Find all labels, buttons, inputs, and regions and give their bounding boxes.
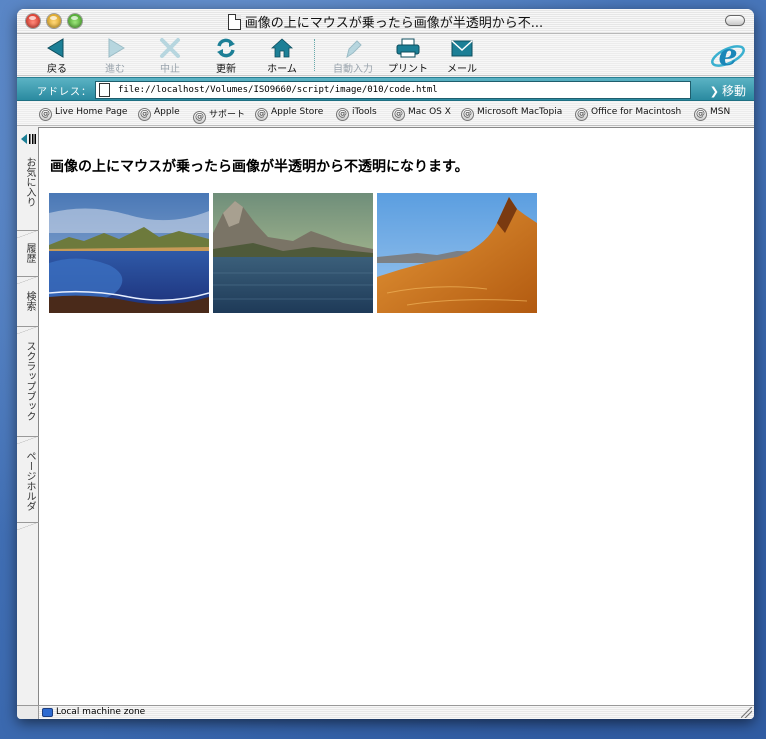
status-bar: Local machine zone [39,705,754,719]
autofill-button[interactable]: 自動入力 [323,37,383,75]
favorite-apple-store[interactable]: @ Apple Store [255,107,323,121]
sidebar-tab-page-holder[interactable]: ページホルダ [17,447,39,530]
favorite-at-icon: @ [255,108,268,121]
favorite-at-icon: @ [39,108,52,121]
sidebar-tab-label: お気に入り [24,157,35,207]
favorite-label: Microsoft MacTopia [477,107,563,117]
favorite-mac-os-x[interactable]: @ Mac OS X [392,107,451,121]
home-button-label: ホーム [267,64,297,75]
sidebar-toggle-icon[interactable] [20,132,36,146]
favorite-apple[interactable]: @ Apple [138,107,180,121]
favorite-label: Apple [154,107,180,117]
refresh-icon [217,38,235,58]
favorite-label: Office for Macintosh [591,107,682,117]
toolbar: 戻る 進む 中止 更新 ホーム 自動入力 プリント メール e [17,34,754,76]
security-zone-icon [42,708,53,717]
forward-arrow-icon [108,38,125,58]
favorite-at-icon: @ [694,108,707,121]
forward-button[interactable]: 進む [87,37,143,75]
favorite-at-icon: @ [193,111,206,124]
favorites-bar: @ Live Home Page @ Apple @ サポート @ Apple Stor… [17,102,754,126]
address-bar: アドレス： file://localhost/Volumes/ISO9660/s… [17,77,754,101]
resize-grip-icon[interactable] [741,707,752,718]
page-heading: 画像の上にマウスが乗ったら画像が半透明から不透明になります。 [50,159,469,175]
toolbar-separator [314,39,315,71]
internet-explorer-logo-icon[interactable]: e [710,37,746,73]
sidebar-tab-search[interactable]: 検索 [17,287,39,334]
document-icon [227,14,241,30]
favorite-at-icon: @ [138,108,151,121]
printer-icon [396,38,420,58]
go-button-label: 移動 [721,84,746,98]
forward-button-label: 進む [105,64,125,75]
stop-x-icon [160,38,180,58]
back-button-label: 戻る [47,64,67,75]
sidebar-tab-favorites[interactable]: お気に入り [17,153,39,238]
refresh-button-label: 更新 [216,64,236,75]
home-button[interactable]: ホーム [254,37,310,75]
favorite-label: MSN [710,107,731,117]
favorite-label: Mac OS X [408,107,451,117]
go-button[interactable]: ❯ 移動 [710,82,746,99]
home-icon [270,38,294,58]
address-label: アドレス： [37,87,92,98]
favorite-at-icon: @ [461,108,474,121]
window-title-group: 画像の上にマウスが乗ったら画像が半透明から不... [17,12,754,31]
browser-window: 画像の上にマウスが乗ったら画像が半透明から不... 戻る 進む 中止 更新 ホー… [17,9,754,719]
favorite-label: サポート [209,110,246,120]
favorite-label: Live Home Page [55,107,128,117]
favorite-at-icon: @ [336,108,349,121]
favorite-office-for-macintosh[interactable]: @ Office for Macintosh [575,107,681,121]
print-button-label: プリント [388,64,428,75]
sidebar-tab-scrapbook[interactable]: スクラップブック [17,337,39,444]
favorite-label: Apple Store [271,107,324,117]
favorite-itools[interactable]: @ iTools [336,107,377,121]
favorite-at-icon: @ [392,108,405,121]
window-title: 画像の上にマウスが乗ったら画像が半透明から不... [244,16,544,31]
stop-button[interactable]: 中止 [142,37,198,75]
sidebar-tab-label: ページホルダ [24,451,35,511]
address-url: file://localhost/Volumes/ISO9660/script/… [118,85,438,95]
sidebar-tab-history[interactable]: 履歴 [17,239,39,284]
favorite-label: iTools [352,107,377,117]
svg-text:e: e [718,38,737,73]
mountain-lake-image[interactable] [213,193,373,313]
favorite-microsoft-mactopia[interactable]: @ Microsoft MacTopia [461,107,562,121]
sidebar-tab-label: スクラップブック [24,341,35,421]
refresh-button[interactable]: 更新 [198,37,254,75]
coastal-bay-image[interactable] [49,193,209,313]
address-input[interactable]: file://localhost/Volumes/ISO9660/script/… [95,81,691,99]
favorite-support[interactable]: @ サポート [193,107,245,124]
print-button[interactable]: プリント [378,37,438,75]
go-arrow-icon: ❯ [709,85,719,98]
sidebar-tab-label: 検索 [24,291,35,311]
mail-icon [451,40,473,57]
page-document-icon[interactable] [99,83,110,97]
page-content: 画像の上にマウスが乗ったら画像が半透明から不透明になります。 [39,127,754,705]
back-button[interactable]: 戻る [29,37,85,75]
back-arrow-icon [47,38,64,58]
sidebar-tab-label: 履歴 [24,243,35,263]
status-bar-corner [17,705,39,719]
explorer-sidebar: お気に入り 履歴 検索 スクラップブック ページホルダ [17,127,39,705]
autofill-icon [346,40,362,59]
desert-dune-image[interactable] [377,193,537,313]
security-zone-label: Local machine zone [56,707,146,717]
mail-button-label: メール [447,64,477,75]
favorite-msn[interactable]: @ MSN [694,107,730,121]
stop-button-label: 中止 [160,64,180,75]
favorite-at-icon: @ [575,108,588,121]
favorite-live-home-page[interactable]: @ Live Home Page [39,107,127,121]
title-bar[interactable]: 画像の上にマウスが乗ったら画像が半透明から不... [17,9,754,34]
mail-button[interactable]: メール [434,37,490,75]
autofill-button-label: 自動入力 [333,64,373,75]
collapse-window-button[interactable] [725,15,745,26]
